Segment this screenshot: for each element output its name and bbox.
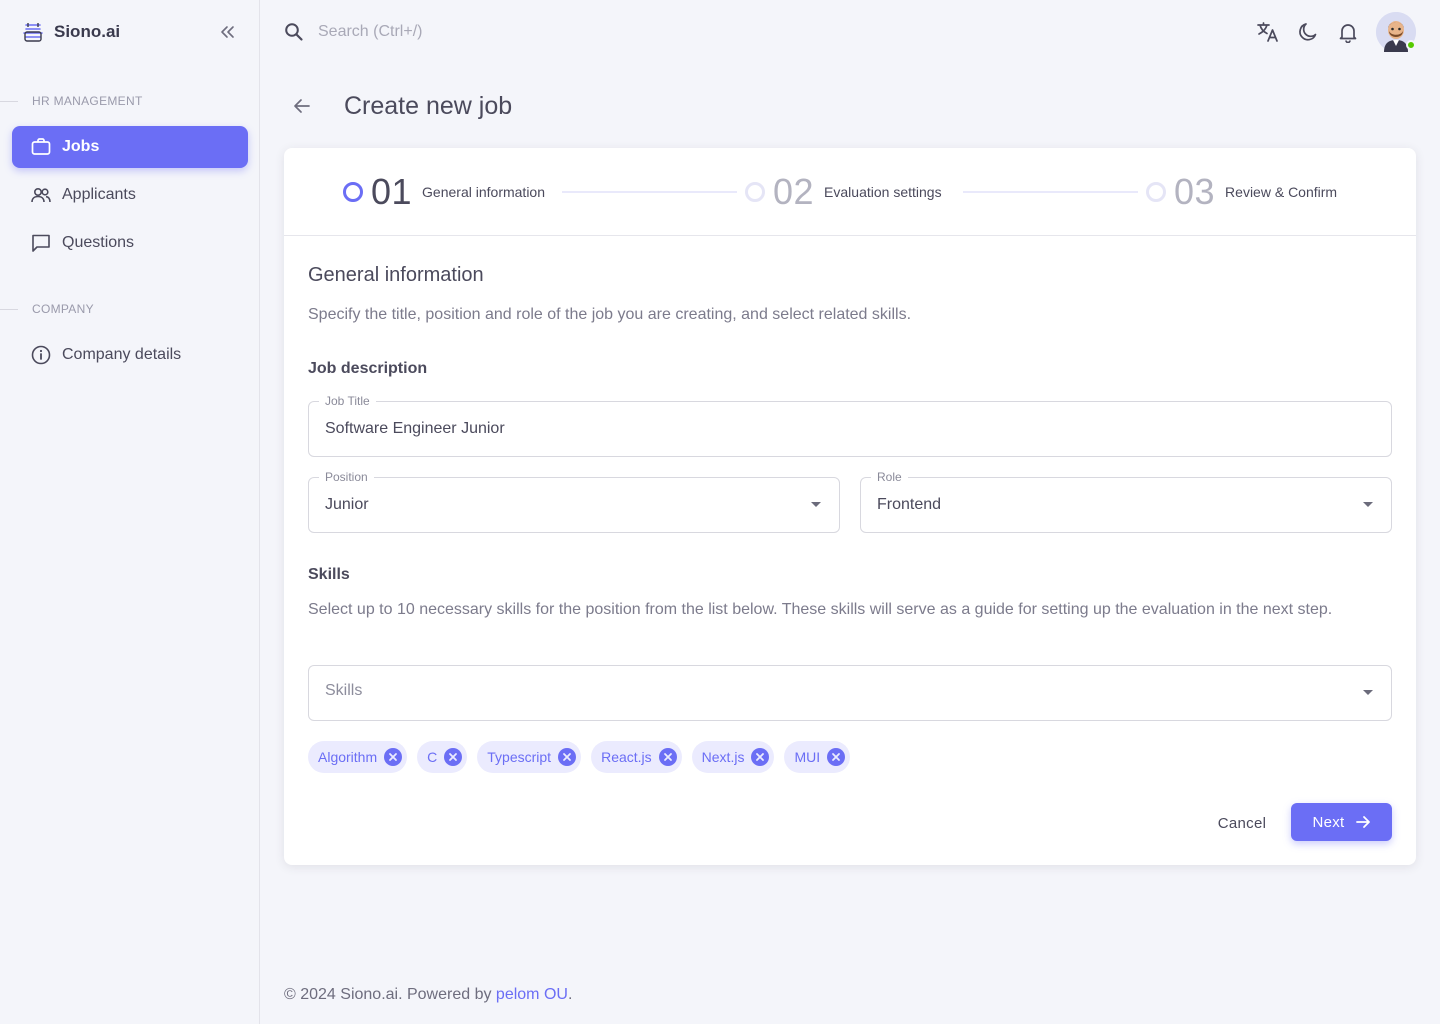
skill-chip[interactable]: MUI xyxy=(784,741,851,773)
sidebar-item-label: Company details xyxy=(62,346,182,363)
skill-chip[interactable]: Algorithm xyxy=(308,741,408,773)
field-label: Position xyxy=(319,470,374,484)
footer-suffix: . xyxy=(567,986,573,1003)
step-general-information[interactable]: 01 General information xyxy=(343,171,545,212)
sidebar-item-label: Jobs xyxy=(62,138,100,155)
job-description-heading: Job description xyxy=(308,360,428,377)
online-status-dot xyxy=(1406,40,1416,50)
next-button-label: Next xyxy=(1312,813,1345,831)
step-review-confirm[interactable]: 03 Review & Confirm xyxy=(1146,171,1337,212)
translate-button[interactable] xyxy=(1256,20,1280,44)
footer-text: © 2024 Siono.ai. Powered by xyxy=(284,986,496,1003)
sidebar-item-company-details[interactable]: Company details xyxy=(12,334,248,376)
section-title: General information xyxy=(308,264,484,286)
brand-name: Siono.ai xyxy=(54,22,121,41)
caret-down-icon xyxy=(811,502,821,507)
divider xyxy=(0,308,18,310)
remove-chip-icon[interactable] xyxy=(658,748,677,766)
section-heading-company: COMPANY xyxy=(0,302,94,316)
field-label: Role xyxy=(871,470,908,484)
field-label: Job Title xyxy=(319,394,376,408)
footer-link[interactable]: pelom OU xyxy=(496,986,568,1003)
avatar[interactable] xyxy=(1376,12,1416,52)
job-title-field[interactable]: Job Title Software Engineer Junior xyxy=(308,394,1392,457)
stepper: 01 General information 02 Evaluation set… xyxy=(284,148,1416,236)
translate-icon xyxy=(1257,22,1278,42)
skill-chip[interactable]: React.js xyxy=(591,741,682,773)
remove-chip-icon[interactable] xyxy=(444,748,463,766)
sidebar-item-applicants[interactable]: Applicants xyxy=(12,174,248,216)
remove-chip-icon[interactable] xyxy=(558,748,577,766)
search-icon xyxy=(285,23,303,41)
role-value: Frontend xyxy=(877,496,942,513)
remove-chip-icon[interactable] xyxy=(384,748,403,766)
chevrons-left-icon xyxy=(221,26,234,38)
skills-input[interactable] xyxy=(325,682,1375,700)
divider xyxy=(0,100,18,102)
step-indicator xyxy=(1146,182,1166,202)
cancel-button[interactable]: Cancel xyxy=(1206,804,1278,842)
arrow-right-icon xyxy=(1355,816,1370,828)
section-heading-hr: HR MANAGEMENT xyxy=(0,94,143,108)
skills-description: Select up to 10 necessary skills for the… xyxy=(308,601,1333,618)
search-input[interactable] xyxy=(318,23,618,41)
sidebar-item-label: Applicants xyxy=(62,186,136,203)
sidebar-item-label: Questions xyxy=(62,234,135,251)
step-indicator xyxy=(343,182,363,202)
step-indicator xyxy=(745,182,765,202)
remove-chip-icon[interactable] xyxy=(827,748,846,766)
step-connector xyxy=(963,191,1138,193)
message-icon xyxy=(30,232,52,254)
footer: © 2024 Siono.ai. Powered by pelom OU. xyxy=(284,986,572,1004)
notifications-button[interactable] xyxy=(1336,20,1360,44)
arrow-left-icon xyxy=(294,99,310,113)
moon-icon xyxy=(1299,23,1317,41)
info-icon xyxy=(30,344,52,366)
collapse-sidebar-button[interactable] xyxy=(214,20,240,44)
users-icon xyxy=(30,184,52,206)
selected-skills: Algorithm C Typescript React.js Next.js … xyxy=(308,741,860,773)
job-title-value: Software Engineer Junior xyxy=(325,420,505,437)
role-select[interactable]: Role Frontend xyxy=(860,470,1392,533)
skill-chip[interactable]: C xyxy=(417,741,468,773)
sidebar: Siono.ai HR MANAGEMENT Jobs Applicants Q… xyxy=(0,0,260,1024)
brand-logo-icon xyxy=(23,23,43,42)
step-connector xyxy=(562,191,737,193)
sidebar-item-jobs[interactable]: Jobs xyxy=(12,126,248,168)
remove-chip-icon[interactable] xyxy=(751,748,770,766)
search-bar[interactable] xyxy=(284,20,618,44)
skill-chip[interactable]: Typescript xyxy=(477,741,582,773)
back-button[interactable] xyxy=(290,94,314,118)
bell-icon xyxy=(1339,24,1357,43)
sidebar-item-questions[interactable]: Questions xyxy=(12,222,248,264)
brand[interactable]: Siono.ai xyxy=(22,20,120,44)
caret-down-icon xyxy=(1363,502,1373,507)
position-select[interactable]: Position Junior xyxy=(308,470,840,533)
skills-select[interactable] xyxy=(308,665,1392,721)
step-evaluation-settings[interactable]: 02 Evaluation settings xyxy=(745,171,942,212)
next-button[interactable]: Next xyxy=(1291,803,1392,841)
caret-down-icon xyxy=(1363,690,1373,695)
briefcase-icon xyxy=(30,136,52,158)
create-job-card: 01 General information 02 Evaluation set… xyxy=(284,148,1416,865)
page-title: Create new job xyxy=(344,92,513,120)
skills-heading: Skills xyxy=(308,566,350,583)
position-value: Junior xyxy=(325,496,369,513)
theme-toggle-button[interactable] xyxy=(1296,20,1320,44)
section-description: Specify the title, position and role of … xyxy=(308,306,912,323)
skill-chip[interactable]: Next.js xyxy=(691,741,775,773)
